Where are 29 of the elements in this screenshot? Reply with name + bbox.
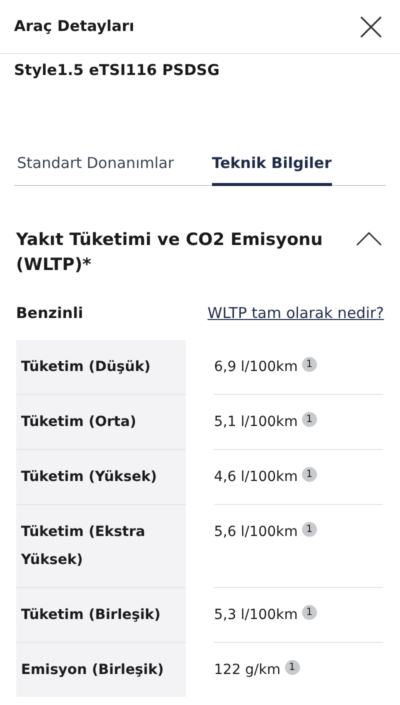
- table-cell: Tüketim (Yüksek): [16, 449, 186, 504]
- table-cell: Emisyon (Birleşik): [16, 642, 186, 697]
- chevron-icon: [356, 232, 382, 246]
- footnote-badge[interactable]: 1: [302, 357, 317, 372]
- close-icon: [360, 16, 382, 38]
- model-name: Style1.5 eTSI116 PSDSG: [14, 61, 220, 79]
- tab[interactable]: Standart Donanımlar: [17, 152, 174, 186]
- close-button[interactable]: [358, 14, 384, 40]
- footnote-badge[interactable]: 1: [302, 412, 317, 427]
- value-text: 5,3 l/100km: [214, 606, 298, 625]
- footnote-badge[interactable]: 1: [302, 522, 317, 537]
- value-text: 5,1 l/100km: [214, 413, 298, 432]
- section-title: Yakıt Tüketimi ve CO2 Emisyonu (WLTP)*: [16, 228, 324, 276]
- value-text: 5,6 l/100km: [214, 523, 298, 542]
- table-cell: Tüketim (Ekstra Yüksek): [16, 504, 186, 587]
- footnote-badge[interactable]: 1: [302, 467, 317, 482]
- table-cell: Tüketim (Birleşik): [16, 587, 186, 642]
- wltp-link[interactable]: WLTP tam olarak nedir?: [208, 302, 384, 324]
- table-cell: Tüketim (Orta): [16, 394, 186, 449]
- dialog-title: Araç Detayları: [14, 16, 134, 38]
- value-text: 4,6 l/100km: [214, 468, 298, 487]
- footnote-badge[interactable]: 1: [302, 605, 317, 620]
- footnote-badge[interactable]: 1: [284, 660, 300, 675]
- fuel-type: Benzinli: [16, 302, 84, 324]
- value-text: 122 g/km: [214, 661, 281, 680]
- tab[interactable]: Teknik Bilgiler: [212, 152, 332, 186]
- value-text: 6,9 l/100km: [214, 358, 298, 377]
- table-cell: Tüketim (Düşük): [16, 340, 186, 394]
- collapse-button[interactable]: [356, 232, 382, 246]
